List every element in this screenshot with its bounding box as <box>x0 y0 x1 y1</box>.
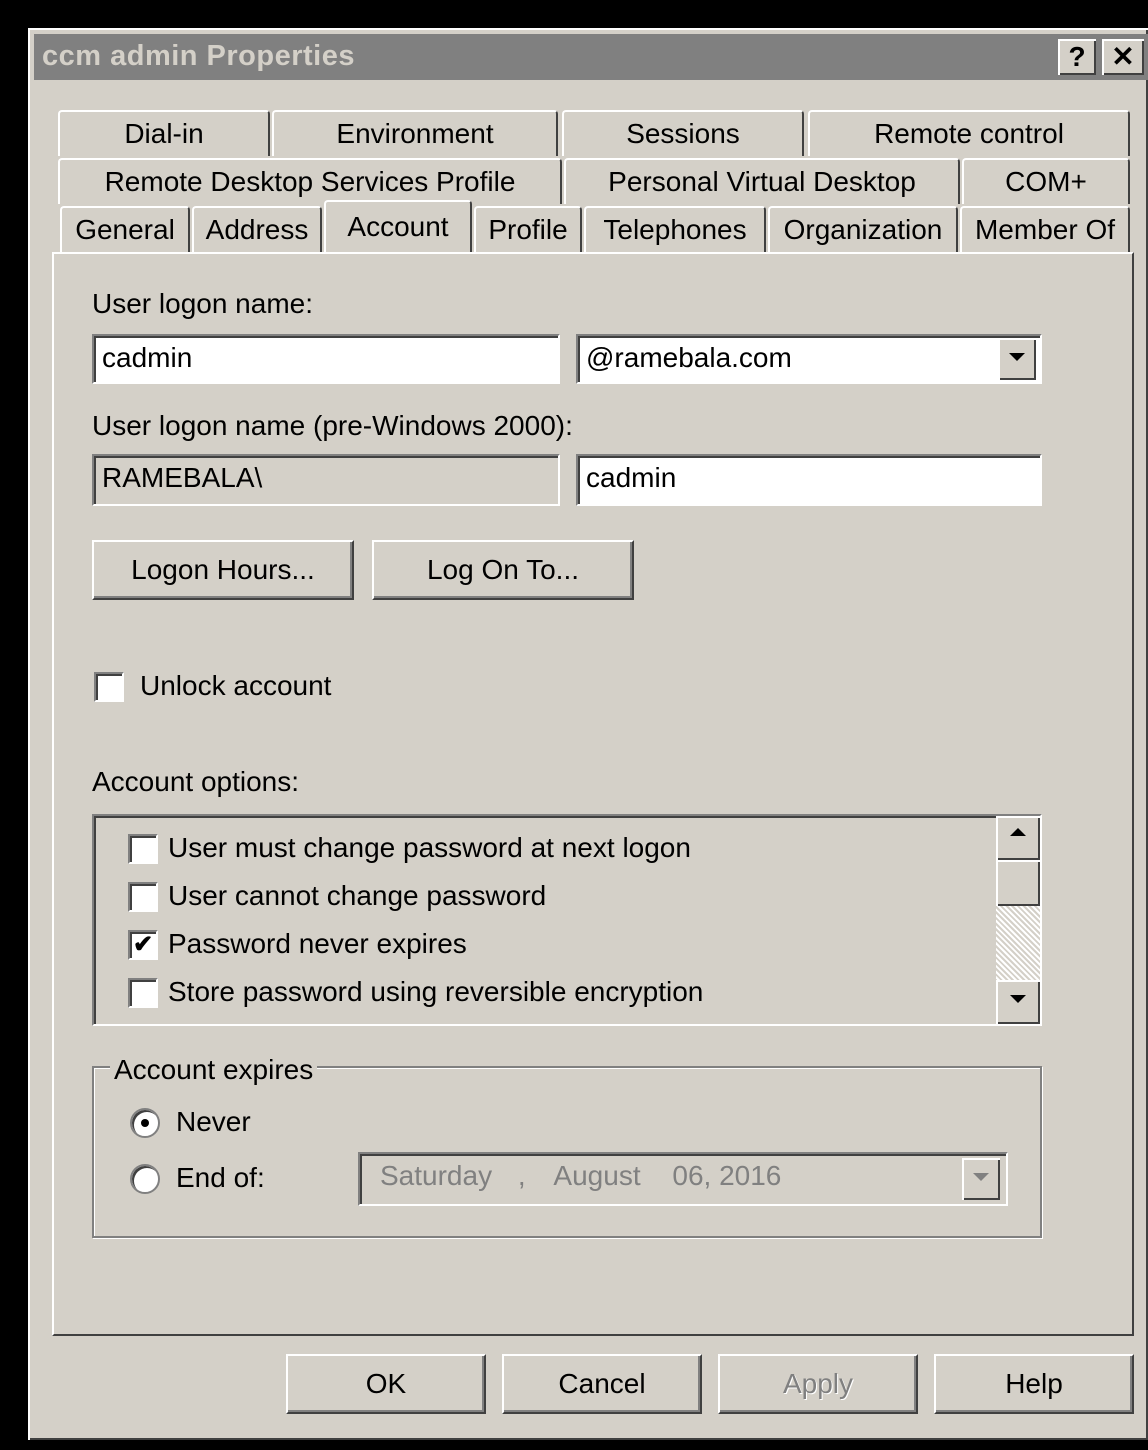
logon-name-input[interactable]: cadmin <box>92 334 560 384</box>
unlock-account-checkbox[interactable] <box>94 672 124 702</box>
title-bar[interactable]: ccm admin Properties ? ✕ <box>34 34 1148 80</box>
pre2000-name-input[interactable]: cadmin <box>576 454 1042 506</box>
ok-button[interactable]: OK <box>286 1354 486 1414</box>
chevron-down-icon <box>1009 353 1025 361</box>
pre2000-label: User logon name (pre-Windows 2000): <box>92 410 573 441</box>
option-label[interactable]: Password never expires <box>168 928 467 960</box>
upn-suffix-select[interactable]: @ramebala.com <box>576 334 1042 384</box>
chevron-up-icon <box>1010 828 1026 836</box>
scroll-down-button[interactable] <box>996 980 1040 1024</box>
help-button[interactable]: Help <box>934 1354 1134 1414</box>
upn-suffix-value: @ramebala.com <box>586 342 792 373</box>
tab-personal-virtual-desktop[interactable]: Personal Virtual Desktop <box>564 158 960 204</box>
never-label[interactable]: Never <box>176 1106 251 1138</box>
apply-button[interactable]: Apply <box>718 1354 918 1414</box>
tab-general[interactable]: General <box>60 206 190 252</box>
never-radio[interactable] <box>130 1108 160 1138</box>
tab-organization[interactable]: Organization <box>768 206 958 252</box>
pre2000-domain-field: RAMEBALA\ <box>92 454 560 506</box>
option-checkbox[interactable] <box>128 882 158 912</box>
tab-remote-desktop-services-profile[interactable]: Remote Desktop Services Profile <box>58 158 562 204</box>
logon-name-label: User logon name: <box>92 288 314 319</box>
radio-selected-dot <box>141 1119 149 1127</box>
scroll-up-button[interactable] <box>996 816 1040 860</box>
date-month: August <box>553 1160 641 1191</box>
option-label[interactable]: User cannot change password <box>168 880 546 912</box>
account-expires-label: Account expires <box>110 1054 318 1086</box>
log-on-to-button[interactable]: Log On To... <box>372 540 634 600</box>
option-label[interactable]: Store password using reversible encrypti… <box>168 976 703 1008</box>
tab-sessions[interactable]: Sessions <box>562 110 804 156</box>
tab-address[interactable]: Address <box>192 206 322 252</box>
scroll-thumb[interactable] <box>996 860 1040 906</box>
date-day: Saturday <box>380 1160 493 1191</box>
window-title: ccm admin Properties <box>42 40 355 72</box>
tab-profile[interactable]: Profile <box>474 206 582 252</box>
logon-hours-button[interactable]: Logon Hours... <box>92 540 354 600</box>
unlock-account-label[interactable]: Unlock account <box>140 670 331 702</box>
date-separator: , <box>517 1160 526 1191</box>
date-rest: 06, 2016 <box>672 1160 782 1191</box>
date-dropdown-button <box>962 1158 1000 1200</box>
cancel-button[interactable]: Cancel <box>502 1354 702 1414</box>
option-checkbox[interactable] <box>128 978 158 1008</box>
help-icon[interactable]: ? <box>1058 39 1096 75</box>
tab-remote-control[interactable]: Remote control <box>808 110 1130 156</box>
tab-account[interactable]: Account <box>324 200 472 252</box>
end-of-label[interactable]: End of: <box>176 1162 265 1194</box>
tab-com-plus[interactable]: COM+ <box>962 158 1130 204</box>
option-checkbox[interactable] <box>128 834 158 864</box>
tab-telephones[interactable]: Telephones <box>584 206 766 252</box>
tab-environment[interactable]: Environment <box>272 110 558 156</box>
upn-suffix-dropdown-button[interactable] <box>998 338 1036 380</box>
chevron-down-icon <box>973 1173 989 1181</box>
tab-member-of[interactable]: Member Of <box>960 206 1130 252</box>
checkmark-icon: ✔ <box>132 931 154 958</box>
expiry-date-picker: Saturday , August 06, 2016 <box>358 1152 1008 1206</box>
option-label[interactable]: User must change password at next logon <box>168 832 691 864</box>
tab-dial-in[interactable]: Dial-in <box>58 110 270 156</box>
account-options-label: Account options: <box>92 766 300 797</box>
close-icon[interactable]: ✕ <box>1102 39 1144 75</box>
end-of-radio[interactable] <box>130 1164 160 1194</box>
chevron-down-icon <box>1010 995 1026 1003</box>
option-checkbox[interactable]: ✔ <box>128 930 158 960</box>
